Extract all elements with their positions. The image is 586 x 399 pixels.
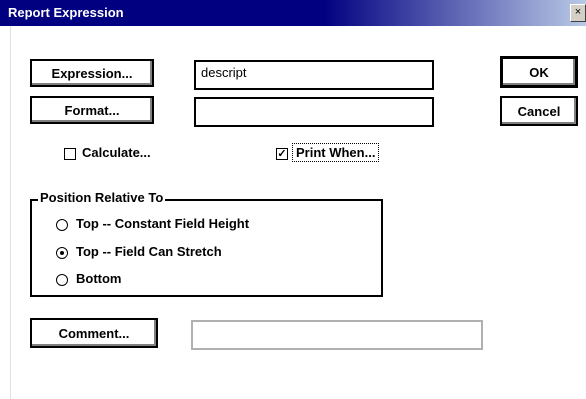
comment-field[interactable] xyxy=(191,320,483,350)
format-button[interactable]: Format... xyxy=(30,96,154,124)
print-when-checkbox[interactable]: ✓ xyxy=(276,148,288,160)
cancel-button[interactable]: Cancel xyxy=(500,96,578,126)
radio-top-constant[interactable] xyxy=(56,219,68,231)
title-bar[interactable]: Report Expression × xyxy=(0,0,586,26)
expression-field[interactable]: descript xyxy=(194,60,434,90)
radio-label-top-constant[interactable]: Top -- Constant Field Height xyxy=(76,216,249,231)
ok-button[interactable]: OK xyxy=(500,56,578,88)
print-when-label[interactable]: Print When... xyxy=(291,143,380,162)
report-expression-dialog: Report Expression × Expression... descri… xyxy=(0,0,586,399)
window-title: Report Expression xyxy=(8,5,124,20)
calculate-checkbox[interactable] xyxy=(64,148,76,160)
comment-button[interactable]: Comment... xyxy=(30,318,158,348)
radio-bottom[interactable] xyxy=(56,274,68,286)
divider xyxy=(10,26,11,399)
expression-button[interactable]: Expression... xyxy=(30,59,154,87)
format-field[interactable] xyxy=(194,97,434,127)
position-group-title: Position Relative To xyxy=(38,190,166,205)
radio-label-bottom[interactable]: Bottom xyxy=(76,271,122,286)
calculate-label[interactable]: Calculate... xyxy=(82,145,151,160)
radio-label-top-stretch[interactable]: Top -- Field Can Stretch xyxy=(76,244,222,259)
close-icon[interactable]: × xyxy=(570,4,586,22)
radio-top-stretch[interactable] xyxy=(56,247,68,259)
